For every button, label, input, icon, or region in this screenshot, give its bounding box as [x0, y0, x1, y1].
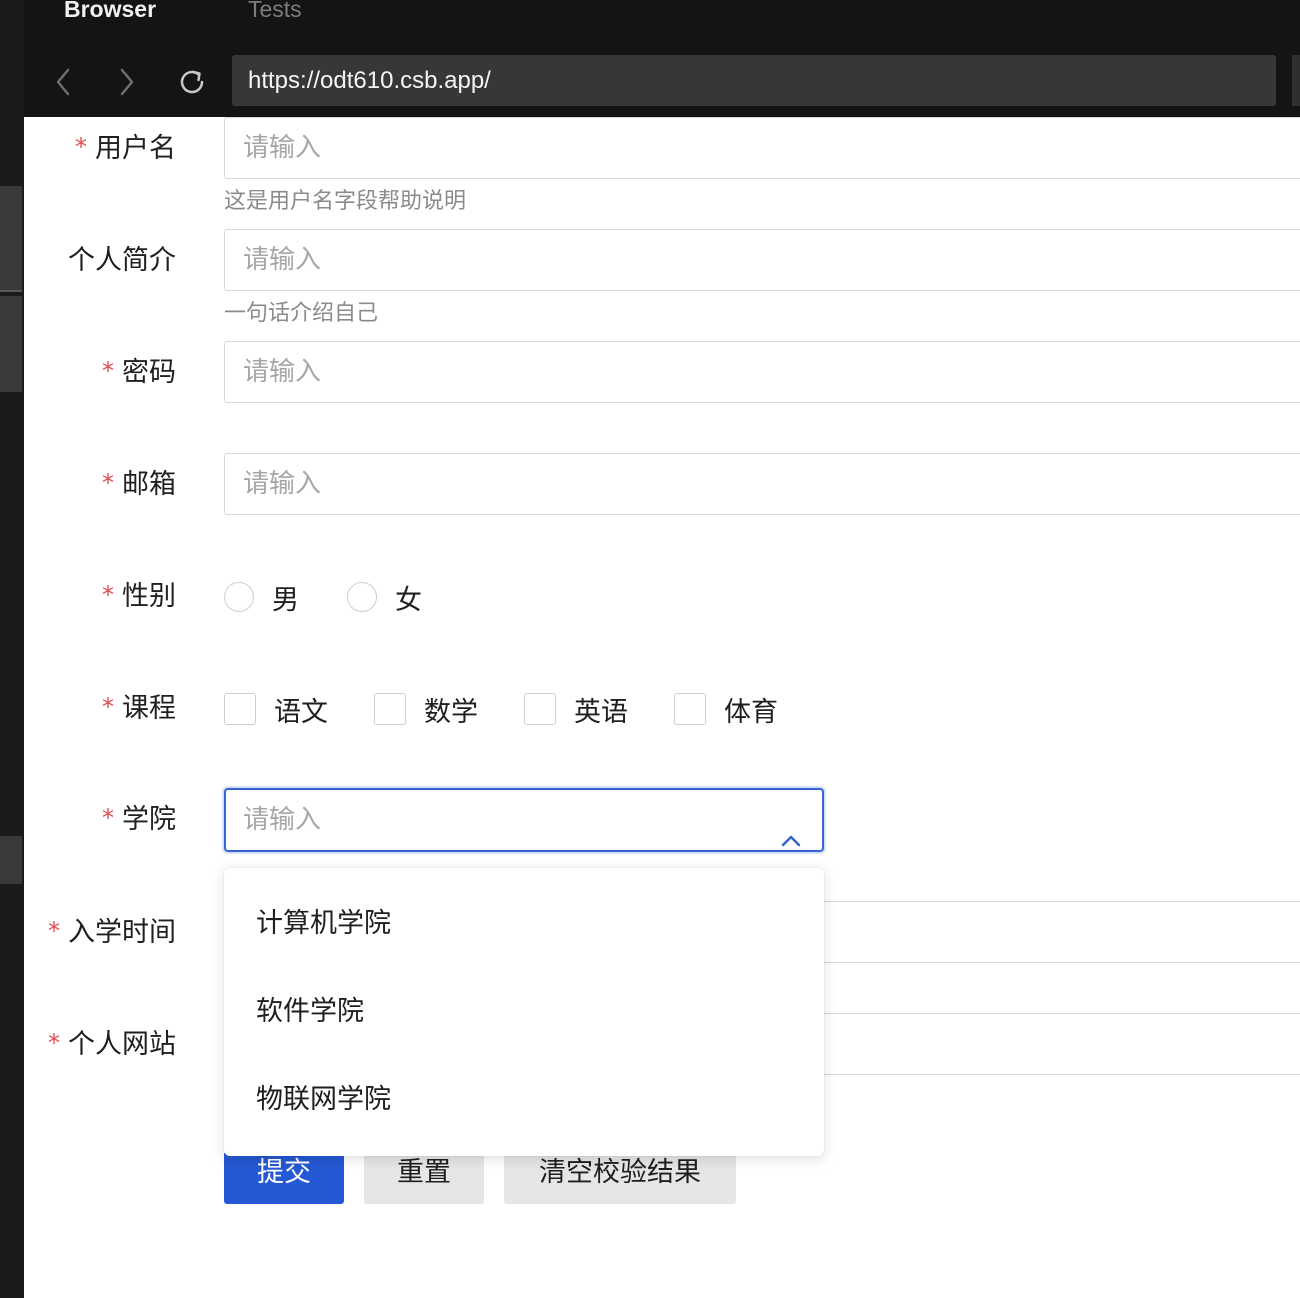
radio-button[interactable]: [224, 582, 254, 612]
chevron-up-icon: [780, 810, 802, 870]
back-button[interactable]: [46, 64, 82, 100]
checkbox[interactable]: [224, 693, 256, 725]
bio-input[interactable]: 请输入: [224, 229, 1300, 291]
enroll-date-label: * 入学时间: [48, 917, 176, 948]
courses-checkbox-group: 语文 数学 英语 体育: [224, 677, 824, 741]
username-input[interactable]: 请输入: [224, 117, 1300, 179]
college-select[interactable]: 请输入: [224, 788, 824, 852]
clear-validation-button[interactable]: 清空校验结果: [504, 1153, 736, 1204]
required-mark: *: [75, 133, 87, 161]
reload-button[interactable]: [174, 64, 210, 100]
tab-browser[interactable]: Browser: [64, 0, 156, 23]
college-select-placeholder: 请输入: [243, 805, 322, 835]
college-label: * 学院: [102, 804, 176, 835]
courses-label: * 课程: [102, 693, 176, 724]
browser-toolbar: Browser Tests https://odt610.csb.app/: [24, 0, 1300, 117]
required-mark: *: [48, 917, 60, 945]
submit-button[interactable]: 提交: [224, 1153, 344, 1204]
gender-option-female[interactable]: 女: [347, 578, 422, 617]
checkbox[interactable]: [374, 693, 406, 725]
course-option-chinese[interactable]: 语文: [224, 690, 328, 729]
email-label: * 邮箱: [102, 469, 176, 500]
checkbox-label: 体育: [724, 696, 778, 728]
form-row-username: * 用户名 请输入 这是用户名字段帮助说明: [24, 117, 1300, 214]
form-row-email: * 邮箱 请输入: [24, 453, 1300, 517]
reload-icon: [176, 66, 208, 98]
checkbox-label: 语文: [274, 696, 328, 728]
email-input[interactable]: 请输入: [224, 453, 1300, 515]
radio-label: 女: [395, 584, 422, 616]
chevron-left-icon: [54, 67, 74, 97]
required-mark: *: [102, 804, 114, 832]
form-row-bio: 个人简介 请输入 一句话介绍自己: [24, 229, 1300, 326]
required-mark: *: [48, 1029, 60, 1057]
left-panel-strip: [0, 0, 24, 1298]
dropdown-option-iot[interactable]: 物联网学院: [256, 1056, 391, 1144]
chevron-right-icon: [116, 67, 136, 97]
username-help-text: 这是用户名字段帮助说明: [224, 189, 467, 214]
bio-label: 个人简介: [68, 245, 176, 276]
password-label: * 密码: [102, 357, 176, 388]
checkbox-label: 数学: [424, 696, 478, 728]
bio-help-text: 一句话介绍自己: [224, 301, 379, 326]
left-panel-divider: [0, 290, 22, 292]
password-input[interactable]: 请输入: [224, 341, 1300, 403]
course-option-pe[interactable]: 体育: [674, 690, 778, 729]
required-mark: *: [102, 469, 114, 497]
form-row-courses: * 课程 语文 数学 英语 体育: [24, 677, 1300, 741]
course-option-english[interactable]: 英语: [524, 690, 628, 729]
form-row-gender: * 性别 男 女: [24, 565, 1300, 629]
forward-button[interactable]: [108, 64, 144, 100]
left-panel-segment: [0, 296, 22, 392]
checkbox-label: 英语: [574, 696, 628, 728]
address-bar[interactable]: https://odt610.csb.app/: [232, 55, 1276, 106]
radio-label: 男: [272, 584, 299, 616]
checkbox[interactable]: [524, 693, 556, 725]
college-dropdown-menu: 计算机学院 软件学院 物联网学院: [224, 868, 824, 1156]
gender-radio-group: 男 女: [224, 565, 470, 629]
checkbox[interactable]: [674, 693, 706, 725]
tab-tests[interactable]: Tests: [248, 0, 302, 23]
left-panel-segment: [0, 186, 22, 292]
required-mark: *: [102, 581, 114, 609]
required-mark: *: [102, 357, 114, 385]
username-label: * 用户名: [75, 133, 176, 164]
form-row-college: * 学院 请输入: [24, 788, 1300, 852]
form-row-password: * 密码 请输入: [24, 341, 1300, 405]
left-panel-segment: [0, 836, 22, 884]
dropdown-option-software[interactable]: 软件学院: [256, 968, 364, 1056]
gender-label: * 性别: [102, 581, 176, 612]
dropdown-option-computer[interactable]: 计算机学院: [256, 880, 391, 968]
reset-button[interactable]: 重置: [364, 1153, 484, 1204]
radio-button[interactable]: [347, 582, 377, 612]
course-option-math[interactable]: 数学: [374, 690, 478, 729]
toolbar-edge: [1292, 55, 1300, 106]
website-label: * 个人网站: [48, 1029, 176, 1060]
required-mark: *: [102, 693, 114, 721]
gender-option-male[interactable]: 男: [224, 578, 299, 617]
